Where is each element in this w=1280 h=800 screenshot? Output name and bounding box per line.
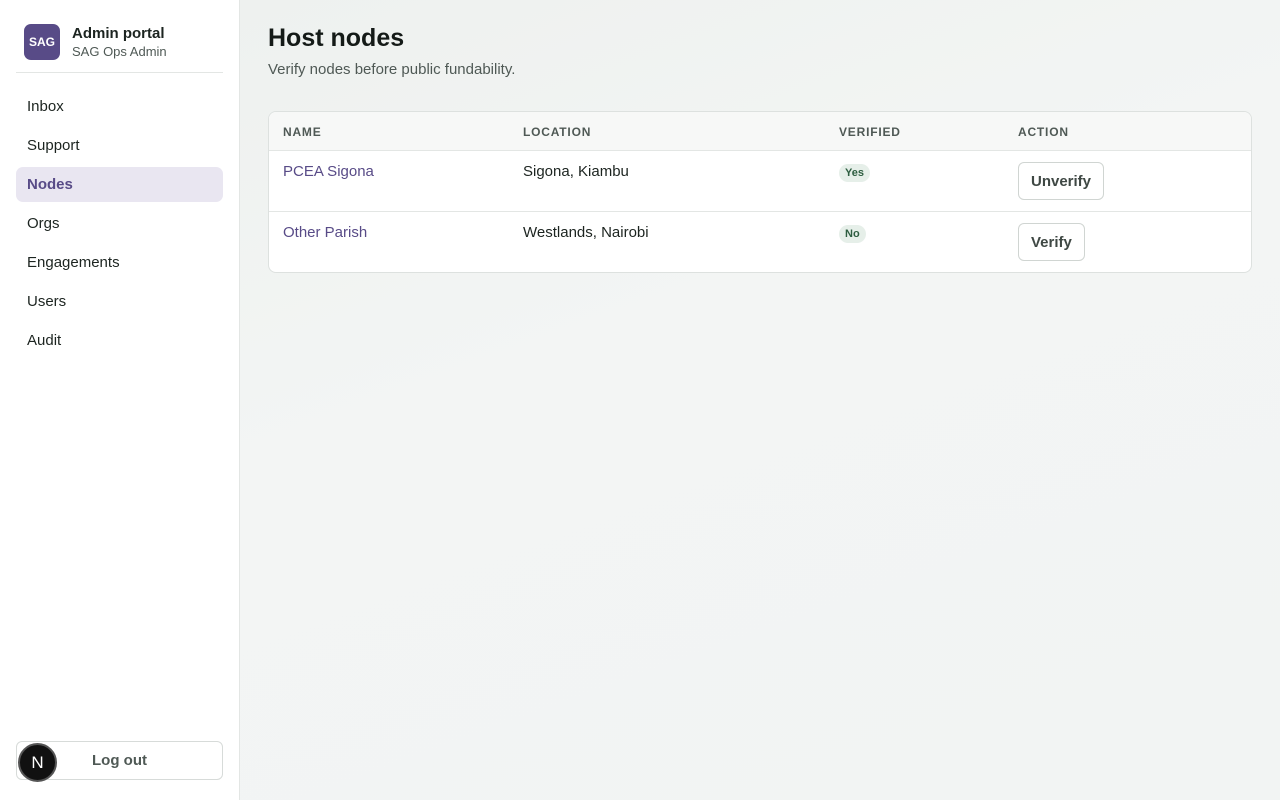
brand-divider	[16, 72, 223, 73]
verified-cell: Yes	[839, 163, 870, 182]
sidebar-nav: Inbox Support Nodes Orgs Engagements Use…	[16, 89, 223, 362]
brand-title: Admin portal	[72, 24, 165, 42]
verified-badge: Yes	[839, 164, 870, 182]
node-name-link[interactable]: PCEA Sigona	[283, 163, 374, 180]
verified-badge: No	[839, 225, 866, 243]
action-cell: Unverify	[1018, 162, 1105, 200]
table-row: PCEA Sigona Sigona, Kiambu Yes Unverify	[269, 151, 1251, 212]
page-title: Host nodes	[268, 24, 405, 52]
verify-button[interactable]: Verify	[1018, 223, 1085, 261]
unverify-button[interactable]: Unverify	[1018, 162, 1105, 200]
node-name-link[interactable]: Other Parish	[283, 224, 367, 241]
table-row: Other Parish Westlands, Nairobi No Verif…	[269, 212, 1251, 272]
verified-cell: No	[839, 224, 866, 243]
sidebar-item-support[interactable]: Support	[16, 128, 223, 163]
brand-logo: SAG	[24, 24, 60, 60]
column-header-location: LOCATION	[523, 125, 592, 139]
main-content: Host nodes Verify nodes before public fu…	[240, 0, 1280, 800]
sidebar-item-nodes[interactable]: Nodes	[16, 167, 223, 202]
nodes-table: NAME LOCATION VERIFIED ACTION PCEA Sigon…	[268, 111, 1252, 273]
sidebar-item-engagements[interactable]: Engagements	[16, 245, 223, 280]
sidebar-item-inbox[interactable]: Inbox	[16, 89, 223, 124]
column-header-name: NAME	[283, 125, 322, 139]
node-location: Sigona, Kiambu	[523, 163, 629, 180]
sidebar-item-audit[interactable]: Audit	[16, 323, 223, 358]
page-subtitle: Verify nodes before public fundability.	[268, 61, 516, 78]
brand: SAG Admin portal SAG Ops Admin	[24, 24, 167, 60]
table-header: NAME LOCATION VERIFIED ACTION	[269, 112, 1251, 151]
dev-tools-badge[interactable]: N	[18, 743, 57, 782]
brand-text: Admin portal SAG Ops Admin	[72, 25, 167, 60]
sidebar-item-users[interactable]: Users	[16, 284, 223, 319]
sidebar-item-orgs[interactable]: Orgs	[16, 206, 223, 241]
node-location: Westlands, Nairobi	[523, 224, 649, 241]
sidebar: SAG Admin portal SAG Ops Admin Inbox Sup…	[0, 0, 240, 800]
action-cell: Verify	[1018, 223, 1085, 261]
brand-subtitle: SAG Ops Admin	[72, 43, 167, 59]
column-header-verified: VERIFIED	[839, 125, 901, 139]
column-header-action: ACTION	[1018, 125, 1069, 139]
